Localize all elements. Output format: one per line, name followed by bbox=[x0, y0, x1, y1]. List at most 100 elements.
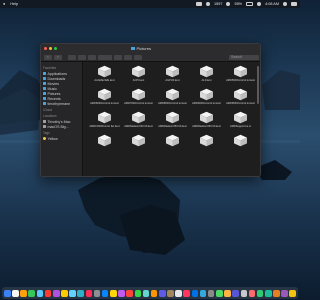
sidebar-favorite-item[interactable]: timothyemann bbox=[43, 101, 82, 106]
dock-app-icon[interactable] bbox=[207, 289, 215, 297]
dock-app-icon[interactable] bbox=[167, 289, 174, 297]
close-button[interactable] bbox=[44, 47, 47, 50]
control-center-icon[interactable] bbox=[291, 2, 297, 6]
file-item[interactable]: AMDRadeonX40 00.kext bbox=[123, 111, 154, 134]
file-item[interactable] bbox=[191, 134, 222, 157]
dock-app-icon[interactable] bbox=[36, 289, 44, 297]
tag-button[interactable] bbox=[124, 54, 132, 60]
file-item[interactable] bbox=[123, 134, 154, 157]
home-icon bbox=[43, 102, 46, 105]
pictures-icon bbox=[43, 92, 46, 95]
kext-bundle-icon bbox=[98, 65, 111, 78]
file-item[interactable]: AGPU0.kext bbox=[157, 65, 188, 88]
file-item[interactable]: ACPI.kext bbox=[123, 65, 154, 88]
file-item[interactable]: AMDRadeonX50 00.kext bbox=[157, 111, 188, 134]
kext-bundle-icon bbox=[200, 134, 213, 147]
file-item[interactable]: AMD6000Control ler.kext bbox=[89, 88, 120, 111]
group-button[interactable] bbox=[98, 54, 112, 60]
dock-app-icon[interactable] bbox=[93, 289, 101, 297]
search-input[interactable]: Search bbox=[229, 54, 259, 60]
cloud-icon[interactable] bbox=[206, 2, 210, 6]
clock[interactable]: 4:08 AM bbox=[265, 2, 279, 6]
share-button[interactable] bbox=[114, 54, 122, 60]
title-bar[interactable]: Pictures bbox=[41, 44, 260, 53]
dock-app-icon[interactable] bbox=[248, 289, 256, 297]
list-view-button[interactable] bbox=[78, 54, 86, 60]
file-item[interactable]: AMDSupport.ke xt bbox=[225, 111, 256, 134]
dock-app-icon[interactable] bbox=[101, 289, 109, 297]
file-item[interactable]: AMD9500Control ler.kext bbox=[225, 88, 256, 111]
dock-app-icon[interactable] bbox=[85, 289, 93, 297]
dock-app-icon[interactable] bbox=[134, 289, 142, 297]
file-item[interactable] bbox=[157, 134, 188, 157]
file-item[interactable] bbox=[89, 134, 120, 157]
apple-icon[interactable]: ● bbox=[3, 2, 5, 6]
dock-app-icon[interactable] bbox=[183, 289, 190, 297]
dock-app-icon[interactable] bbox=[289, 289, 297, 297]
zoom-button[interactable] bbox=[54, 47, 57, 50]
kext-bundle-icon bbox=[98, 111, 111, 124]
wifi-icon[interactable] bbox=[226, 2, 231, 6]
dock-app-icon[interactable] bbox=[281, 289, 288, 297]
icon-view-button[interactable] bbox=[68, 54, 76, 60]
file-item[interactable]: AMD7000Control ler.kext bbox=[123, 88, 154, 111]
kext-bundle-icon bbox=[200, 88, 213, 101]
dock-app-icon[interactable] bbox=[44, 289, 52, 297]
dock-app-icon[interactable] bbox=[69, 289, 76, 297]
dock-app-icon[interactable] bbox=[28, 289, 36, 297]
dock-app-icon[interactable] bbox=[256, 289, 264, 297]
user-icon[interactable] bbox=[257, 2, 262, 6]
dock-app-icon[interactable] bbox=[4, 289, 11, 297]
dock-app-icon[interactable] bbox=[12, 289, 19, 297]
dropbox-icon[interactable] bbox=[196, 2, 202, 6]
dock-app-icon[interactable] bbox=[175, 289, 182, 297]
dock-app-icon[interactable] bbox=[232, 289, 239, 297]
dock-app-icon[interactable] bbox=[224, 289, 231, 297]
disk-icon bbox=[43, 125, 46, 128]
dock-app-icon[interactable] bbox=[20, 289, 27, 297]
dock-app-icon[interactable] bbox=[216, 289, 223, 297]
file-item[interactable]: AAAMac32E.kext bbox=[89, 65, 120, 88]
menu-help[interactable]: Help bbox=[10, 2, 18, 6]
dock-app-icon[interactable] bbox=[61, 289, 68, 297]
file-item[interactable]: AMDRadeonX60 00.kext bbox=[191, 111, 222, 134]
kext-bundle-icon bbox=[166, 88, 179, 101]
battery-icon[interactable] bbox=[246, 2, 254, 6]
search-icon[interactable] bbox=[283, 2, 287, 6]
dock bbox=[2, 287, 298, 299]
dock-app-icon[interactable] bbox=[273, 289, 280, 297]
scrollbar[interactable] bbox=[257, 66, 259, 104]
file-item[interactable] bbox=[225, 134, 256, 157]
file-item[interactable]: AMD10000Contro ller.kext bbox=[89, 111, 120, 134]
minimize-button[interactable] bbox=[49, 47, 52, 50]
dock-app-icon[interactable] bbox=[158, 289, 166, 297]
dock-app-icon[interactable] bbox=[77, 289, 84, 297]
sidebar-location-item[interactable]: macOS Big... bbox=[43, 124, 82, 129]
file-item[interactable]: ALF.kext bbox=[191, 65, 222, 88]
column-view-button[interactable] bbox=[88, 54, 96, 60]
dock-app-icon[interactable] bbox=[126, 289, 133, 297]
toolbar: ‹ › Search bbox=[41, 53, 260, 62]
dock-app-icon[interactable] bbox=[265, 289, 272, 297]
file-label: AMD10000Contro ller.kext bbox=[89, 125, 120, 128]
dock-app-icon[interactable] bbox=[150, 289, 158, 297]
sidebar-tag-label: Yellow bbox=[47, 136, 58, 141]
dock-app-icon[interactable] bbox=[191, 289, 199, 297]
dock-app-icon[interactable] bbox=[240, 289, 248, 297]
file-item[interactable]: AMD8000Control ler.kext bbox=[157, 88, 188, 111]
sidebar-tag-item[interactable]: Yellow bbox=[43, 136, 82, 141]
movies-icon bbox=[43, 82, 46, 85]
dock-app-icon[interactable] bbox=[142, 289, 150, 297]
back-button[interactable]: ‹ bbox=[44, 54, 52, 60]
forward-button[interactable]: › bbox=[54, 54, 62, 60]
action-button[interactable] bbox=[134, 54, 142, 60]
kext-bundle-icon bbox=[132, 111, 145, 124]
file-item[interactable]: AMD5000Control ler.kext bbox=[225, 65, 256, 88]
dock-app-icon[interactable] bbox=[110, 289, 117, 297]
dock-app-icon[interactable] bbox=[118, 289, 125, 297]
file-item[interactable]: AMD9000Control ler.kext bbox=[191, 88, 222, 111]
dock-app-icon[interactable] bbox=[52, 289, 60, 297]
kext-bundle-icon bbox=[234, 111, 247, 124]
dock-app-icon[interactable] bbox=[199, 289, 207, 297]
downloads-icon bbox=[43, 77, 46, 80]
